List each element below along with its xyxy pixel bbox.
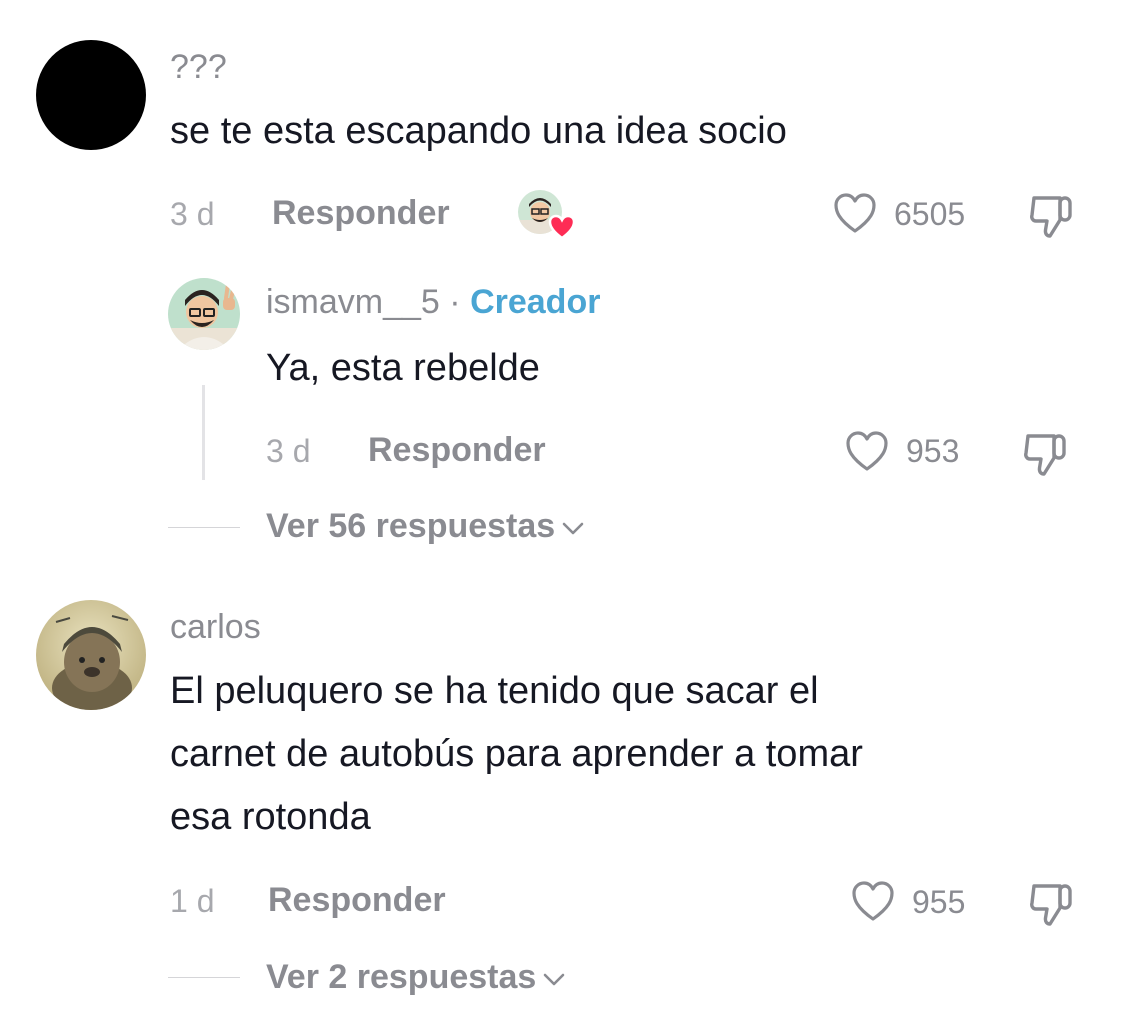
view-replies-divider	[168, 977, 240, 978]
comment-timestamp: 1 d	[170, 883, 215, 919]
creator-badge: Creador	[470, 283, 601, 321]
reply-username-row: ismavm__5 · Creador	[266, 283, 600, 322]
comment-text-line: carnet de autobús para aprender a tomar	[170, 733, 863, 775]
comment-username[interactable]: ???	[170, 48, 227, 87]
like-count: 955	[912, 884, 966, 920]
view-replies-label: Ver 2 respuestas	[266, 958, 537, 996]
view-replies-button[interactable]: Ver 56 respuestas	[266, 507, 585, 546]
dislike-button[interactable]	[1026, 192, 1078, 240]
reply-text: Ya, esta rebelde	[266, 347, 540, 389]
like-button[interactable]	[832, 192, 878, 236]
like-button[interactable]	[850, 880, 896, 924]
thumbs-down-icon	[1030, 884, 1072, 926]
comment-username[interactable]: carlos	[170, 608, 261, 647]
reply-button[interactable]: Responder	[268, 881, 446, 920]
view-replies-divider	[168, 527, 240, 528]
avatar[interactable]	[36, 40, 146, 150]
comment-text: El peluquero se ha tenido que sacar el c…	[170, 660, 863, 849]
comment-timestamp: 3 d	[170, 196, 215, 232]
dislike-button[interactable]	[1026, 880, 1078, 928]
like-count: 953	[906, 433, 960, 469]
chevron-down-icon	[542, 972, 566, 988]
reply-button[interactable]: Responder	[272, 194, 450, 233]
heart-outline-icon	[846, 431, 888, 471]
heart-filled-icon	[548, 214, 576, 240]
dislike-button[interactable]	[1020, 430, 1072, 478]
creator-liked-badge	[516, 190, 576, 242]
separator: ·	[449, 283, 461, 321]
view-replies-button[interactable]: Ver 2 respuestas	[266, 958, 566, 997]
chevron-down-icon	[561, 521, 585, 537]
view-replies-label: Ver 56 respuestas	[266, 507, 556, 545]
comment-text-line: El peluquero se ha tenido que sacar el	[170, 670, 819, 712]
avatar[interactable]	[168, 278, 240, 350]
heart-outline-icon	[852, 881, 894, 921]
thumbs-down-icon	[1024, 434, 1066, 476]
reply-timestamp: 3 d	[266, 433, 311, 469]
heart-outline-icon	[834, 193, 876, 233]
like-button[interactable]	[844, 430, 890, 474]
thread-line	[202, 385, 205, 480]
avatar[interactable]	[36, 600, 146, 710]
like-count: 6505	[894, 196, 966, 232]
reply-button[interactable]: Responder	[368, 431, 546, 470]
reply-username[interactable]: ismavm__5	[266, 283, 440, 321]
comment-text-line: esa rotonda	[170, 796, 371, 838]
thumbs-down-icon	[1030, 196, 1072, 238]
comment-text: se te esta escapando una idea socio	[170, 110, 787, 152]
